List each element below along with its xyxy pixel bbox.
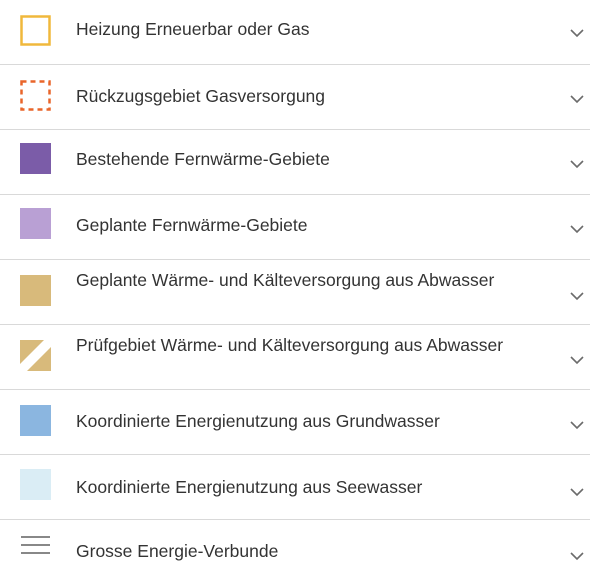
legend-item-label: Grosse Energie-Verbunde [76,541,279,561]
chevron-down-icon[interactable] [569,291,585,301]
chevron-down-icon[interactable] [569,551,585,561]
legend-item-geplante-waerme-kaelteversorgung-abwasser[interactable]: Geplante Wärme- und Kälteversorgung aus … [0,260,590,325]
legend-item-label: Koordinierte Energienutzung aus Seewasse… [76,477,423,497]
legend-item-label: Koordinierte Energienutzung aus Grundwas… [76,411,440,431]
legend-item-label: Prüfgebiet Wärme- und Kälteversorgung au… [76,335,504,355]
chevron-down-icon[interactable] [569,224,585,234]
legend-item-geplante-fernwaerme-gebiete[interactable]: Geplante Fernwärme-Gebiete [0,195,590,260]
legend-item-koordinierte-energienutzung-grundwasser[interactable]: Koordinierte Energienutzung aus Grundwas… [0,390,590,455]
chevron-down-icon[interactable] [569,487,585,497]
chevron-down-icon[interactable] [569,94,585,104]
square-dashed-orange-icon [20,80,51,111]
square-filled-purple-icon [20,143,51,174]
legend-item-label: Geplante Wärme- und Kälteversorgung aus … [76,270,495,290]
legend-item-pruefgebiet-waerme-kaelteversorgung-abwasser[interactable]: Prüfgebiet Wärme- und Kälteversorgung au… [0,325,590,390]
legend-item-koordinierte-energienutzung-seewasser[interactable]: Koordinierte Energienutzung aus Seewasse… [0,455,590,520]
square-hatched-tan-icon [20,340,51,371]
legend-item-label: Bestehende Fernwärme-Gebiete [76,149,330,169]
legend-item-label: Geplante Fernwärme-Gebiete [76,215,308,235]
legend-item-label: Heizung Erneuerbar oder Gas [76,19,310,39]
legend-item-bestehende-fernwaerme-gebiete[interactable]: Bestehende Fernwärme-Gebiete [0,130,590,195]
chevron-down-icon[interactable] [569,355,585,365]
legend-item-grosse-energie-verbunde[interactable]: Grosse Energie-Verbunde [0,520,590,565]
square-outline-yellow-icon [20,15,51,46]
square-filled-lilac-icon [20,208,51,239]
chevron-down-icon[interactable] [569,28,585,38]
legend-list: Heizung Erneuerbar oder Gas Rückzugsgebi… [0,0,590,565]
chevron-down-icon[interactable] [569,159,585,169]
square-filled-lightblue-icon [20,469,51,500]
legend-item-rueckzugsgebiet-gasversorgung[interactable]: Rückzugsgebiet Gasversorgung [0,65,590,130]
chevron-down-icon[interactable] [569,420,585,430]
legend-item-label: Rückzugsgebiet Gasversorgung [76,86,326,106]
three-lines-gray-icon [20,533,51,557]
legend-item-heizung-erneuerbar-oder-gas[interactable]: Heizung Erneuerbar oder Gas [0,0,590,65]
square-filled-blue-icon [20,405,51,436]
square-filled-tan-icon [20,275,51,306]
